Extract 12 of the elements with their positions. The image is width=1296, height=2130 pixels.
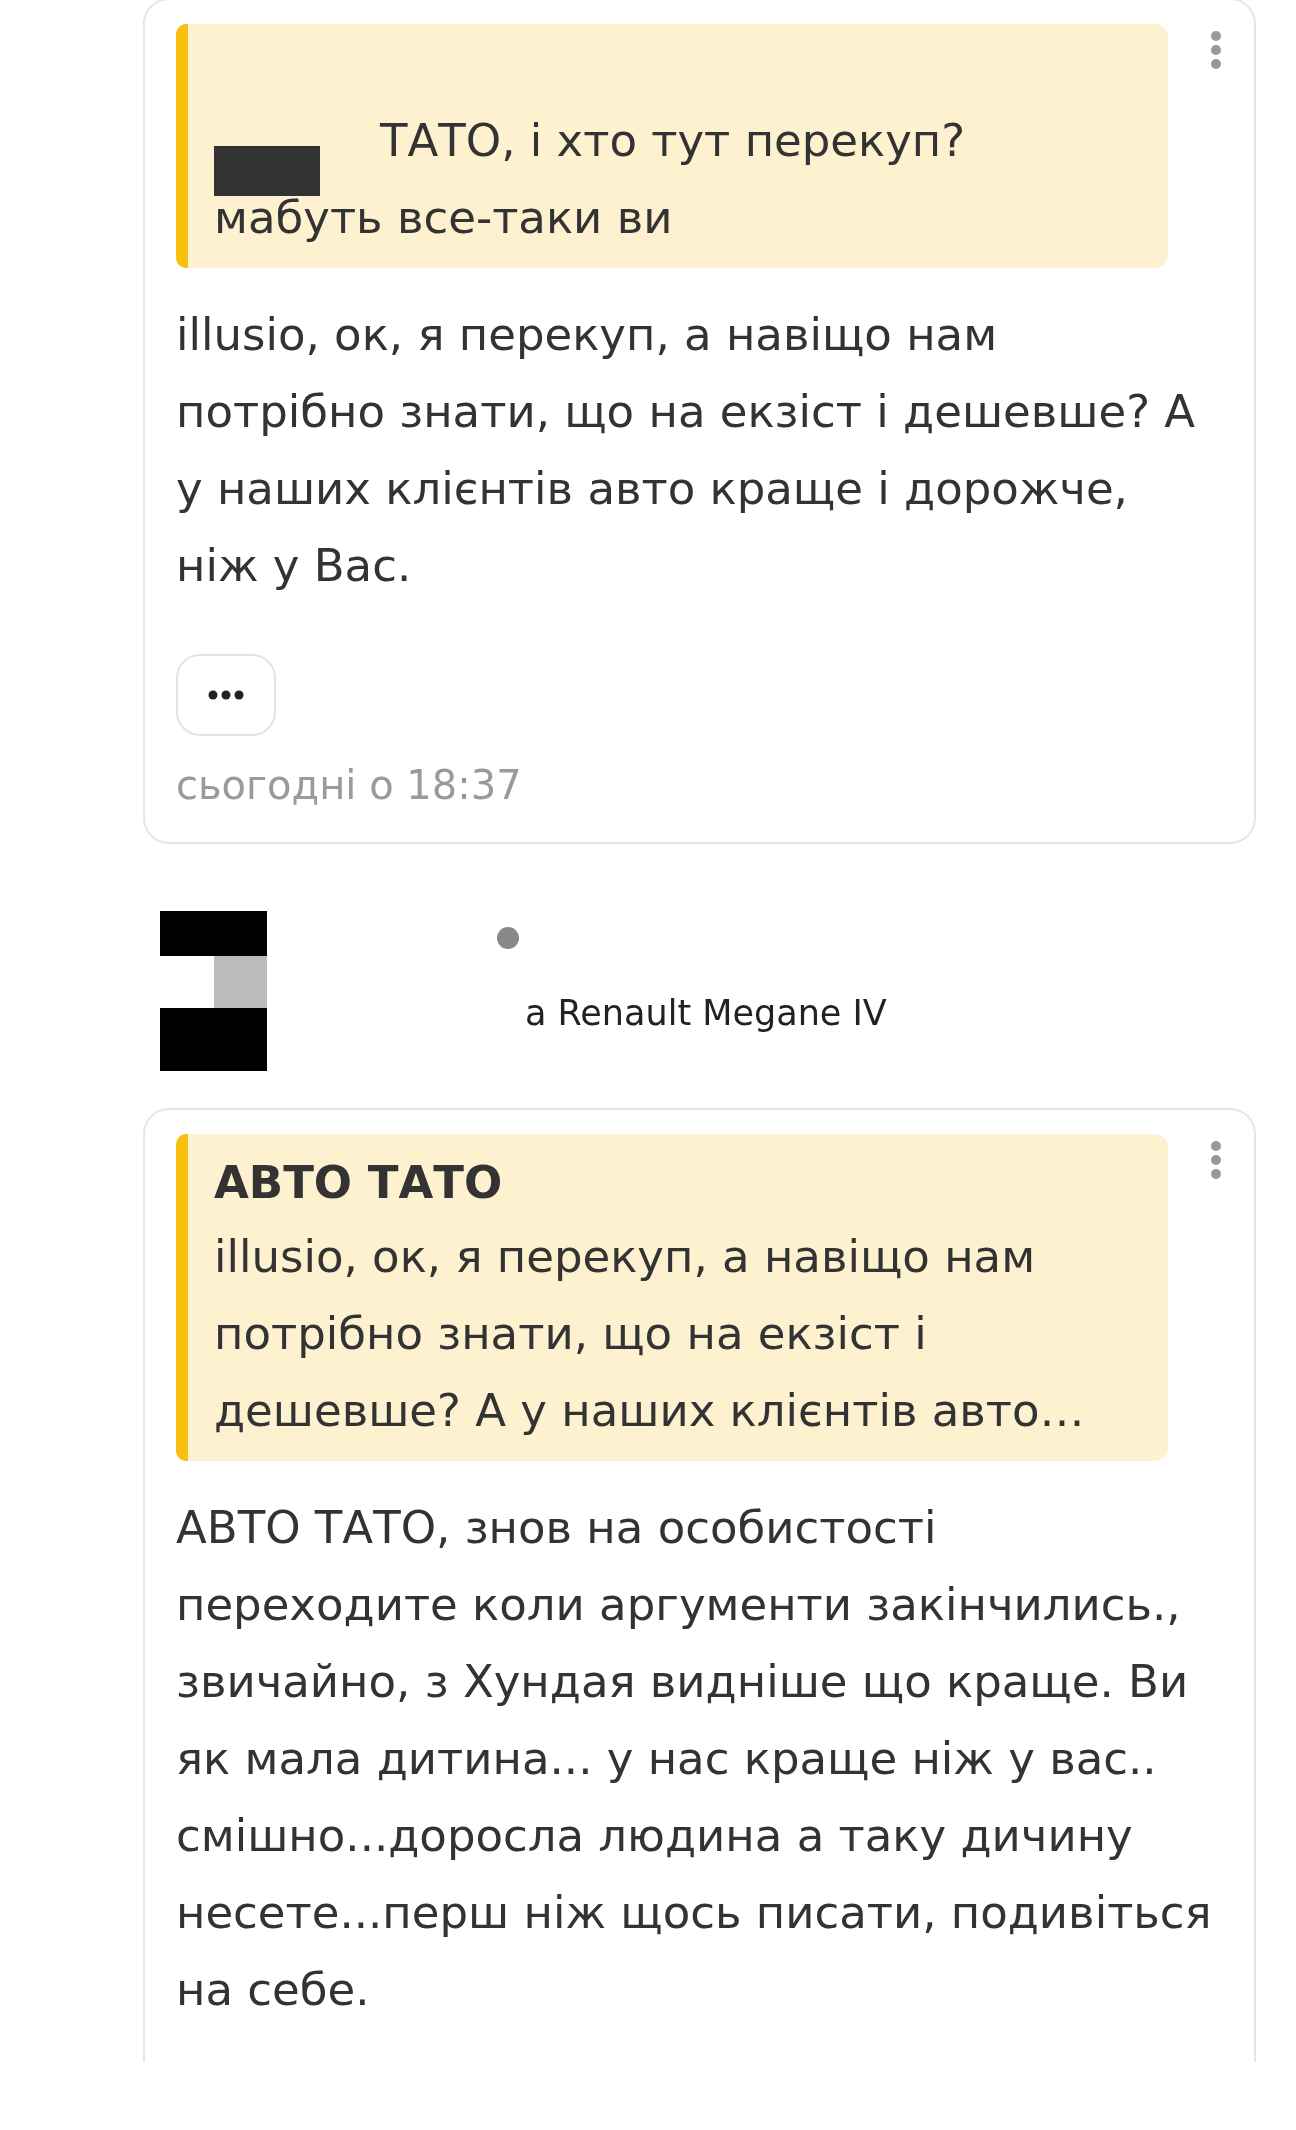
quote-text: illusio, ок, я перекуп, а навіщо нам потрібно знати, що на екзіст і дешевше? А у наших клієнтів авто…	[214, 1229, 1086, 1439]
comment-text: illusio, ок, я перекуп, а навіщо нам потрібно знати, що на екзіст і дешевше? А у наших клієнтів авто краще і дорожче, ніж у Вас.	[176, 307, 1197, 594]
comment-text: АВТО ТАТО, знов на особистості переходите коли аргументи закінчились., звичайно, з Хундая видніше що краще. Ви як мала дитина... у нас краще ніж у вас.. смішно...доросла людина а таку дичину несете...перш ніж щось писати, подивіться на себе.	[176, 1500, 1213, 2018]
quote-text: ТАТО, і хто тут перекуп? мабуть все-таки ви	[214, 113, 967, 246]
ellipsis-icon	[208, 690, 244, 700]
dot-icon	[497, 927, 519, 949]
more-options-icon[interactable]	[1210, 1140, 1222, 1180]
more-button[interactable]	[176, 654, 276, 736]
car-model: а Renault Megane IV	[525, 993, 887, 1033]
quote-author: АВТО ТАТО	[214, 1155, 504, 1211]
timestamp: сьогодні о 18:37	[176, 762, 523, 808]
more-options-icon[interactable]	[1210, 30, 1222, 70]
